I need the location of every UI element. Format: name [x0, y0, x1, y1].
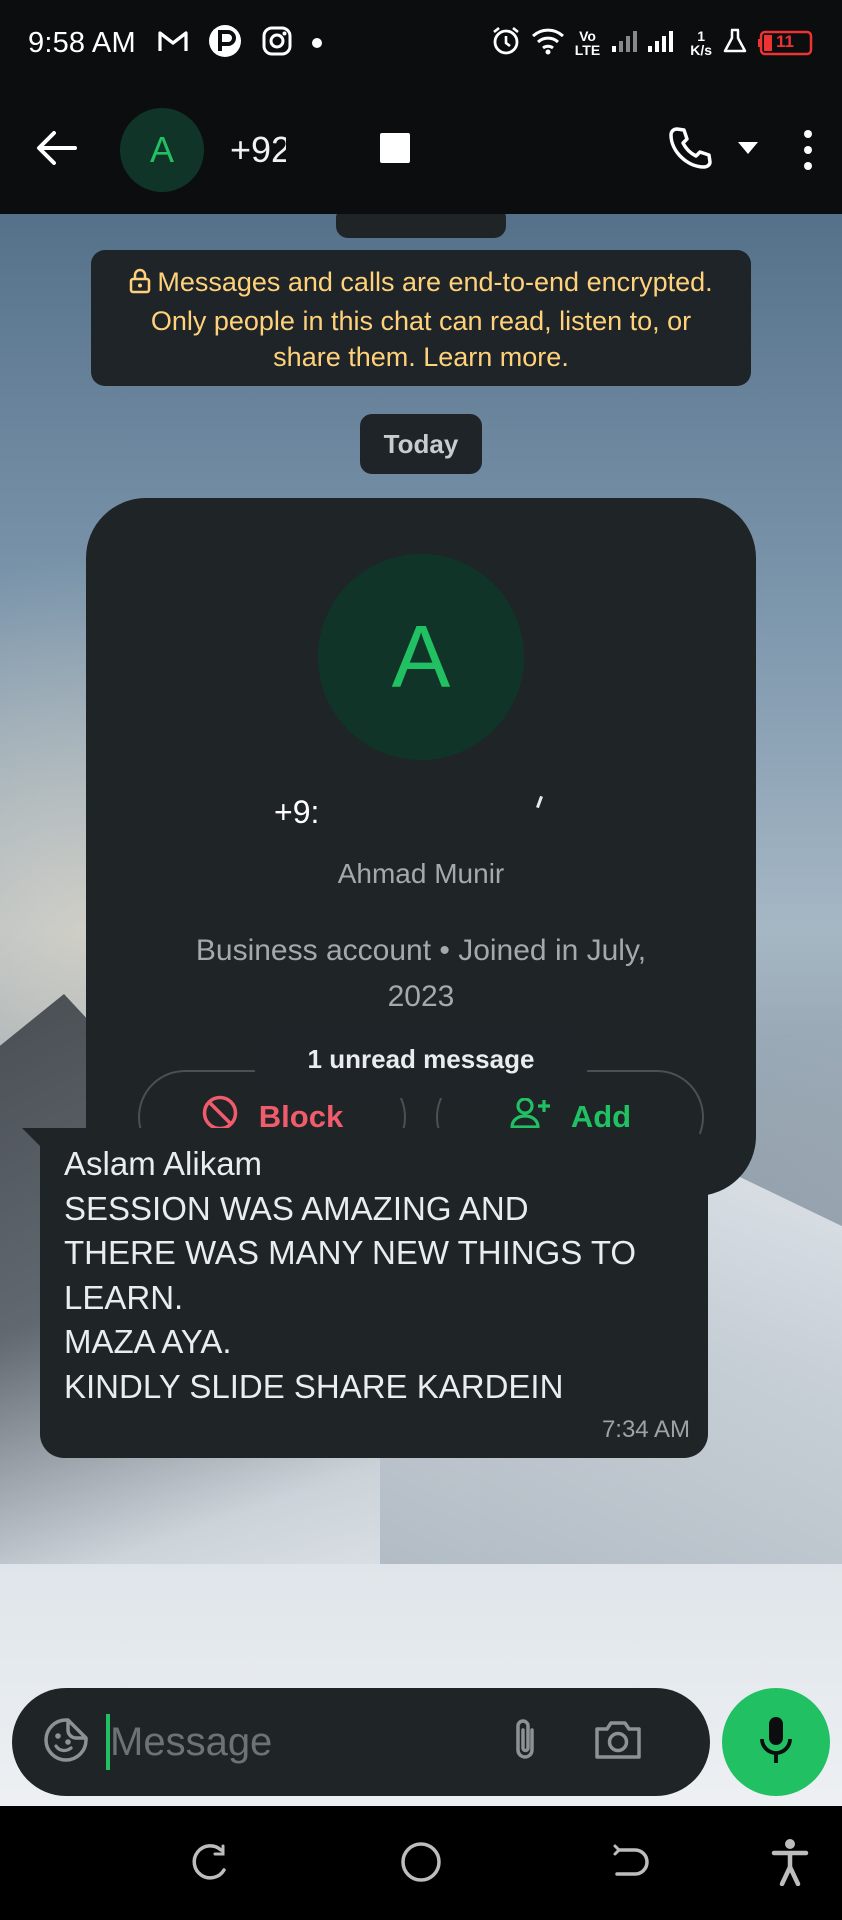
- message-line: MAZA AYA.: [64, 1323, 232, 1360]
- redaction-mark: [380, 133, 410, 163]
- battery-icon: 11: [758, 30, 814, 56]
- unread-divider: 1 unread message: [253, 1020, 589, 1098]
- back-arrow-icon: [35, 130, 77, 171]
- more-notifications-dot: [311, 38, 322, 48]
- paperclip-icon: [510, 1716, 540, 1769]
- status-time: 9:58 AM: [28, 26, 136, 59]
- message-line: LEARN.: [64, 1278, 184, 1316]
- back-nav-button[interactable]: [600, 1836, 660, 1892]
- message-line: Aslam Alikam: [64, 1145, 263, 1182]
- chat-area[interactable]: Messages and calls are end-to-end encryp…: [0, 214, 842, 1806]
- attach-button[interactable]: [500, 1712, 550, 1772]
- profile-avatar[interactable]: A: [318, 554, 524, 760]
- system-navigation-bar: [0, 1806, 842, 1920]
- phone-icon: [667, 125, 713, 176]
- voice-message-button[interactable]: [722, 1688, 830, 1796]
- camera-icon: [593, 1719, 643, 1766]
- profile-name: Ahmad Munir: [337, 858, 505, 889]
- camera-button[interactable]: [588, 1712, 648, 1772]
- contact-avatar[interactable]: A: [120, 108, 204, 192]
- back-icon: [609, 1842, 651, 1887]
- battery-level-text: 11: [776, 32, 794, 51]
- sticker-icon: [42, 1716, 90, 1769]
- chat-header: A +92: [0, 86, 842, 214]
- contact-number: +92: [230, 129, 292, 170]
- scroll-indicator: [336, 214, 506, 238]
- microphone-icon: [758, 1715, 794, 1770]
- volte-indicator: Vo LTE: [575, 29, 600, 57]
- message-composer: [12, 1688, 710, 1796]
- voice-call-button[interactable]: [660, 120, 720, 180]
- back-button[interactable]: [26, 120, 86, 180]
- incoming-message[interactable]: Aslam Alikam SESSION WAS AMAZING AND THE…: [40, 1128, 708, 1458]
- volte-bottom-label: LTE: [574, 42, 601, 58]
- sticker-button[interactable]: [36, 1712, 96, 1772]
- profile-meta: Business account • Joined in July, 2023: [195, 934, 647, 1013]
- alarm-icon: [491, 26, 521, 61]
- redaction-mark: [286, 123, 438, 173]
- recents-icon: [189, 1842, 231, 1887]
- date-divider: Today: [360, 414, 482, 474]
- message-line: SESSION WAS AMAZING AND: [64, 1189, 529, 1227]
- redaction-mark: [536, 795, 543, 809]
- recents-button[interactable]: [180, 1836, 240, 1892]
- encryption-notice[interactable]: Messages and calls are end-to-end encryp…: [91, 250, 751, 386]
- speed-unit: K/s: [690, 42, 712, 58]
- unread-label: 1 unread message: [307, 1043, 535, 1074]
- status-bar: 9:58 AM Vo LTE 1 K/s 11: [0, 0, 842, 86]
- message-timestamp: 7:34 AM: [601, 1416, 690, 1443]
- more-options-button[interactable]: [788, 120, 828, 180]
- home-button[interactable]: [391, 1836, 451, 1892]
- caret-down-icon: [737, 141, 759, 160]
- profile-number: +9:: [274, 794, 320, 830]
- more-vert-icon: [804, 130, 812, 138]
- more-vert-icon: [804, 146, 812, 154]
- call-options-dropdown[interactable]: [728, 120, 768, 180]
- contact-avatar-letter: A: [149, 129, 174, 170]
- date-label: Today: [383, 428, 459, 459]
- message-input[interactable]: [110, 1712, 490, 1772]
- network-speed: 1 K/s: [690, 29, 712, 57]
- accessibility-icon: [770, 1838, 810, 1891]
- instagram-icon: [262, 26, 292, 61]
- message-line: THERE WAS MANY NEW THINGS TO: [64, 1234, 637, 1271]
- encryption-notice-text: Messages and calls are end-to-end encryp…: [150, 267, 713, 372]
- signal-icon: [610, 28, 680, 59]
- beaker-icon: [722, 28, 748, 59]
- more-vert-icon: [804, 162, 812, 170]
- header-actions: [660, 120, 842, 180]
- status-notification-icons: [158, 24, 322, 63]
- gmail-icon: [158, 29, 188, 58]
- wifi-icon: [531, 27, 565, 60]
- p-app-icon: [208, 24, 242, 63]
- home-icon: [399, 1840, 443, 1889]
- accessibility-button[interactable]: [760, 1836, 820, 1892]
- profile-avatar-letter: A: [391, 607, 451, 706]
- status-system-icons: Vo LTE 1 K/s 11: [491, 26, 814, 61]
- message-line: KINDLY SLIDE SHARE KARDEIN: [64, 1367, 564, 1405]
- contact-title[interactable]: +92: [230, 123, 560, 173]
- lock-icon: [129, 267, 151, 303]
